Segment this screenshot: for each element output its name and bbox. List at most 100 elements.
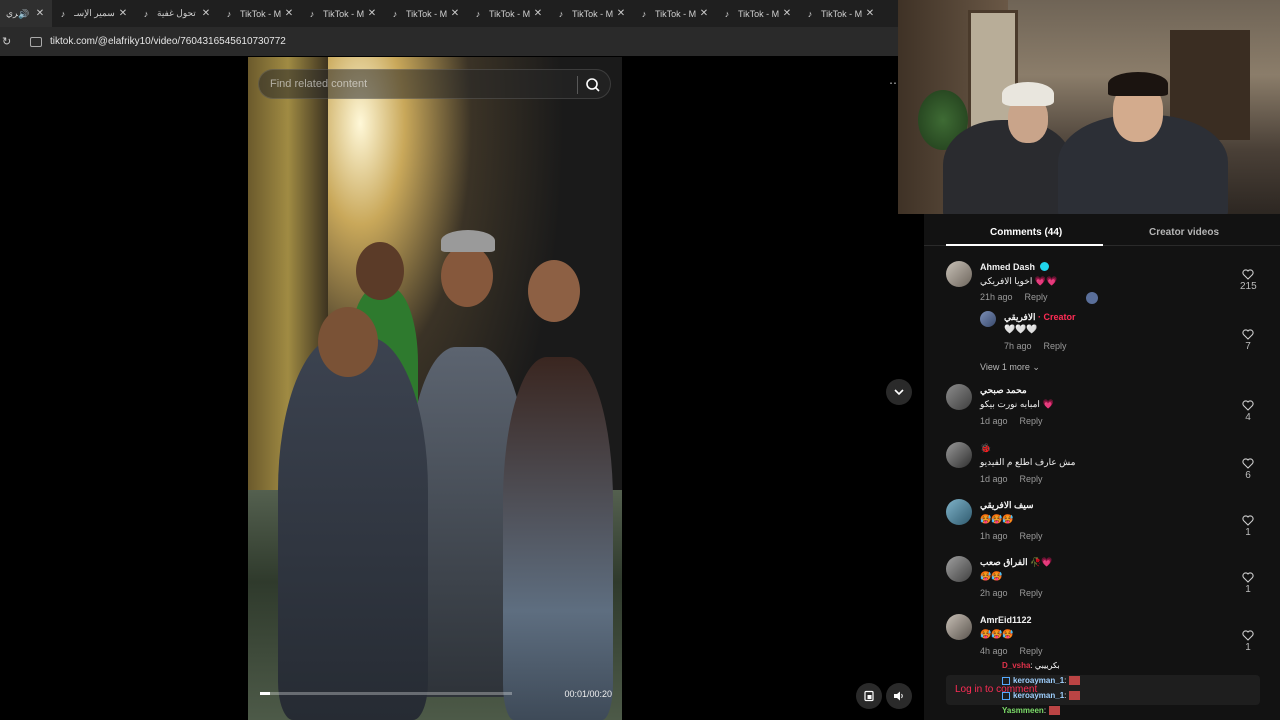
like-button[interactable]: 1 [1240, 572, 1256, 595]
close-icon[interactable]: ✕ [200, 8, 212, 19]
like-button[interactable]: 1 [1240, 515, 1256, 538]
reply-button[interactable]: Reply [1020, 588, 1043, 598]
browser-tab-bar: الافري 🔊 ✕ ♪ سمير الإسـ ✕ ♪ تحول غفية ✕ … [0, 0, 898, 27]
emote-icon [1049, 706, 1061, 715]
avatar[interactable] [980, 311, 996, 327]
browser-tab[interactable]: ♪ TikTok - M ✕ [633, 0, 716, 27]
reply-button[interactable]: Reply [1020, 646, 1043, 656]
video-player[interactable]: Find related content 00:01/00:20 [248, 57, 622, 720]
tab-comments[interactable]: Comments (44) [990, 227, 1062, 238]
tiktok-icon: ♪ [641, 8, 647, 19]
browser-tab[interactable]: ♪ TikTok - M ✕ [799, 0, 882, 27]
chat-message: keroayman_1 : [1002, 688, 1122, 703]
site-info-icon[interactable] [30, 36, 42, 47]
tab-title: الافري [6, 8, 18, 18]
close-icon[interactable]: ✕ [781, 8, 793, 19]
head [528, 260, 580, 322]
creator-liked-avatar [1086, 292, 1098, 304]
head [441, 245, 493, 307]
tab-creator-videos[interactable]: Creator videos [1149, 227, 1219, 238]
comment-text: مش عارف اطلع م الفيديو [980, 457, 1076, 467]
comment-text: 🤍🤍🤍 [1004, 324, 1038, 334]
close-icon[interactable]: ✕ [34, 8, 46, 19]
tab-title: تحول غفية [157, 8, 196, 18]
reply-button[interactable]: Reply [1020, 416, 1043, 426]
chat-text: : بكرييبي [1030, 661, 1060, 670]
reply-button[interactable]: Reply [1044, 341, 1067, 351]
comment-username[interactable]: 🐞 [980, 443, 991, 454]
avatar[interactable] [946, 499, 972, 525]
screen: الافري 🔊 ✕ ♪ سمير الإسـ ✕ ♪ تحول غفية ✕ … [0, 0, 1280, 720]
avatar[interactable] [946, 556, 972, 582]
like-button[interactable]: 1 [1240, 630, 1256, 653]
comment-username[interactable]: محمد صبحي [980, 385, 1027, 396]
chat-username: Yasmmeen [1002, 706, 1044, 715]
like-count: 215 [1240, 281, 1257, 292]
hair [1108, 72, 1168, 96]
browser-tab[interactable]: ♪ TikTok - M ✕ [218, 0, 301, 27]
close-icon[interactable]: ✕ [117, 8, 129, 19]
close-icon[interactable]: ✕ [698, 8, 710, 19]
chevron-down-icon [894, 389, 904, 396]
reply-button[interactable]: Reply [1025, 292, 1048, 302]
avatar[interactable] [946, 384, 972, 410]
like-count: 6 [1245, 470, 1251, 481]
comment-time: 1d ago [980, 416, 1008, 426]
browser-tab[interactable]: ♪ سمير الإسـ ✕ [52, 0, 135, 27]
chat-text: : [1043, 706, 1047, 715]
comment-username[interactable]: الافريقي · Creator [1004, 312, 1076, 323]
like-button[interactable]: 4 [1240, 400, 1256, 423]
comment-text: 🥵🥵 [980, 571, 1003, 581]
like-button[interactable]: 215 [1240, 269, 1257, 292]
browser-tab[interactable]: الافري 🔊 ✕ [0, 0, 52, 27]
like-button[interactable]: 7 [1240, 329, 1256, 352]
heart-icon [1242, 515, 1254, 526]
close-icon[interactable]: ✕ [283, 8, 295, 19]
like-count: 1 [1245, 584, 1251, 595]
avatar[interactable] [946, 261, 972, 287]
comment-text: 🥵🥵🥵 [980, 514, 1014, 524]
reply-button[interactable]: Reply [1020, 474, 1043, 484]
browser-tab[interactable]: ♪ TikTok - M ✕ [716, 0, 799, 27]
search-icon[interactable] [582, 74, 604, 96]
avatar[interactable] [946, 614, 972, 640]
comment-username[interactable]: الفراق صعب 🥀💗 [980, 557, 1053, 568]
heart-icon [1242, 572, 1254, 583]
username-text: Ahmed Dash [980, 262, 1036, 272]
close-icon[interactable]: ✕ [366, 8, 378, 19]
cap [441, 230, 495, 252]
like-button[interactable]: 6 [1240, 458, 1256, 481]
comment-text: 🥵🥵🥵 [980, 629, 1014, 639]
comment-username[interactable]: AmrEid1122 [980, 615, 1032, 625]
close-icon[interactable]: ✕ [615, 8, 627, 19]
volume-button[interactable] [886, 683, 912, 709]
miniplayer-button[interactable] [856, 683, 882, 709]
avatar[interactable] [946, 442, 972, 468]
like-count: 7 [1245, 341, 1251, 352]
divider [577, 76, 578, 94]
badge-icon [1002, 676, 1010, 685]
close-icon[interactable]: ✕ [532, 8, 544, 19]
tiktok-icon: ♪ [309, 8, 315, 19]
browser-tab[interactable]: ♪ TikTok - M ✕ [550, 0, 633, 27]
reply-button[interactable]: Reply [1020, 531, 1043, 541]
next-video-button[interactable] [886, 379, 912, 405]
comment-username[interactable]: سيف الافريقي [980, 500, 1034, 511]
speaker-icon: 🔊 [18, 8, 30, 19]
browser-tab[interactable]: ♪ تحول غفية ✕ [135, 0, 218, 27]
view-more-replies[interactable]: View 1 more ⌄ [980, 362, 1040, 373]
close-icon[interactable]: ✕ [864, 8, 876, 19]
video-progress-bar[interactable] [260, 692, 512, 695]
browser-tab[interactable]: ♪ TikTok - M ✕ [301, 0, 384, 27]
related-search[interactable]: Find related content [258, 69, 611, 99]
chat-text: : [1064, 676, 1067, 685]
heart-icon [1242, 269, 1254, 280]
close-icon[interactable]: ✕ [449, 8, 461, 19]
browser-tab[interactable]: ♪ TikTok - M ✕ [384, 0, 467, 27]
reload-icon[interactable]: ↻ [2, 35, 16, 48]
person [503, 357, 613, 720]
browser-tab[interactable]: ♪ TikTok - M ✕ [467, 0, 550, 27]
tiktok-icon: ♪ [724, 8, 730, 19]
comment-username[interactable]: Ahmed Dash [980, 262, 1050, 272]
url-field[interactable]: tiktok.com/@elafriky10/video/76043165456… [50, 36, 286, 47]
